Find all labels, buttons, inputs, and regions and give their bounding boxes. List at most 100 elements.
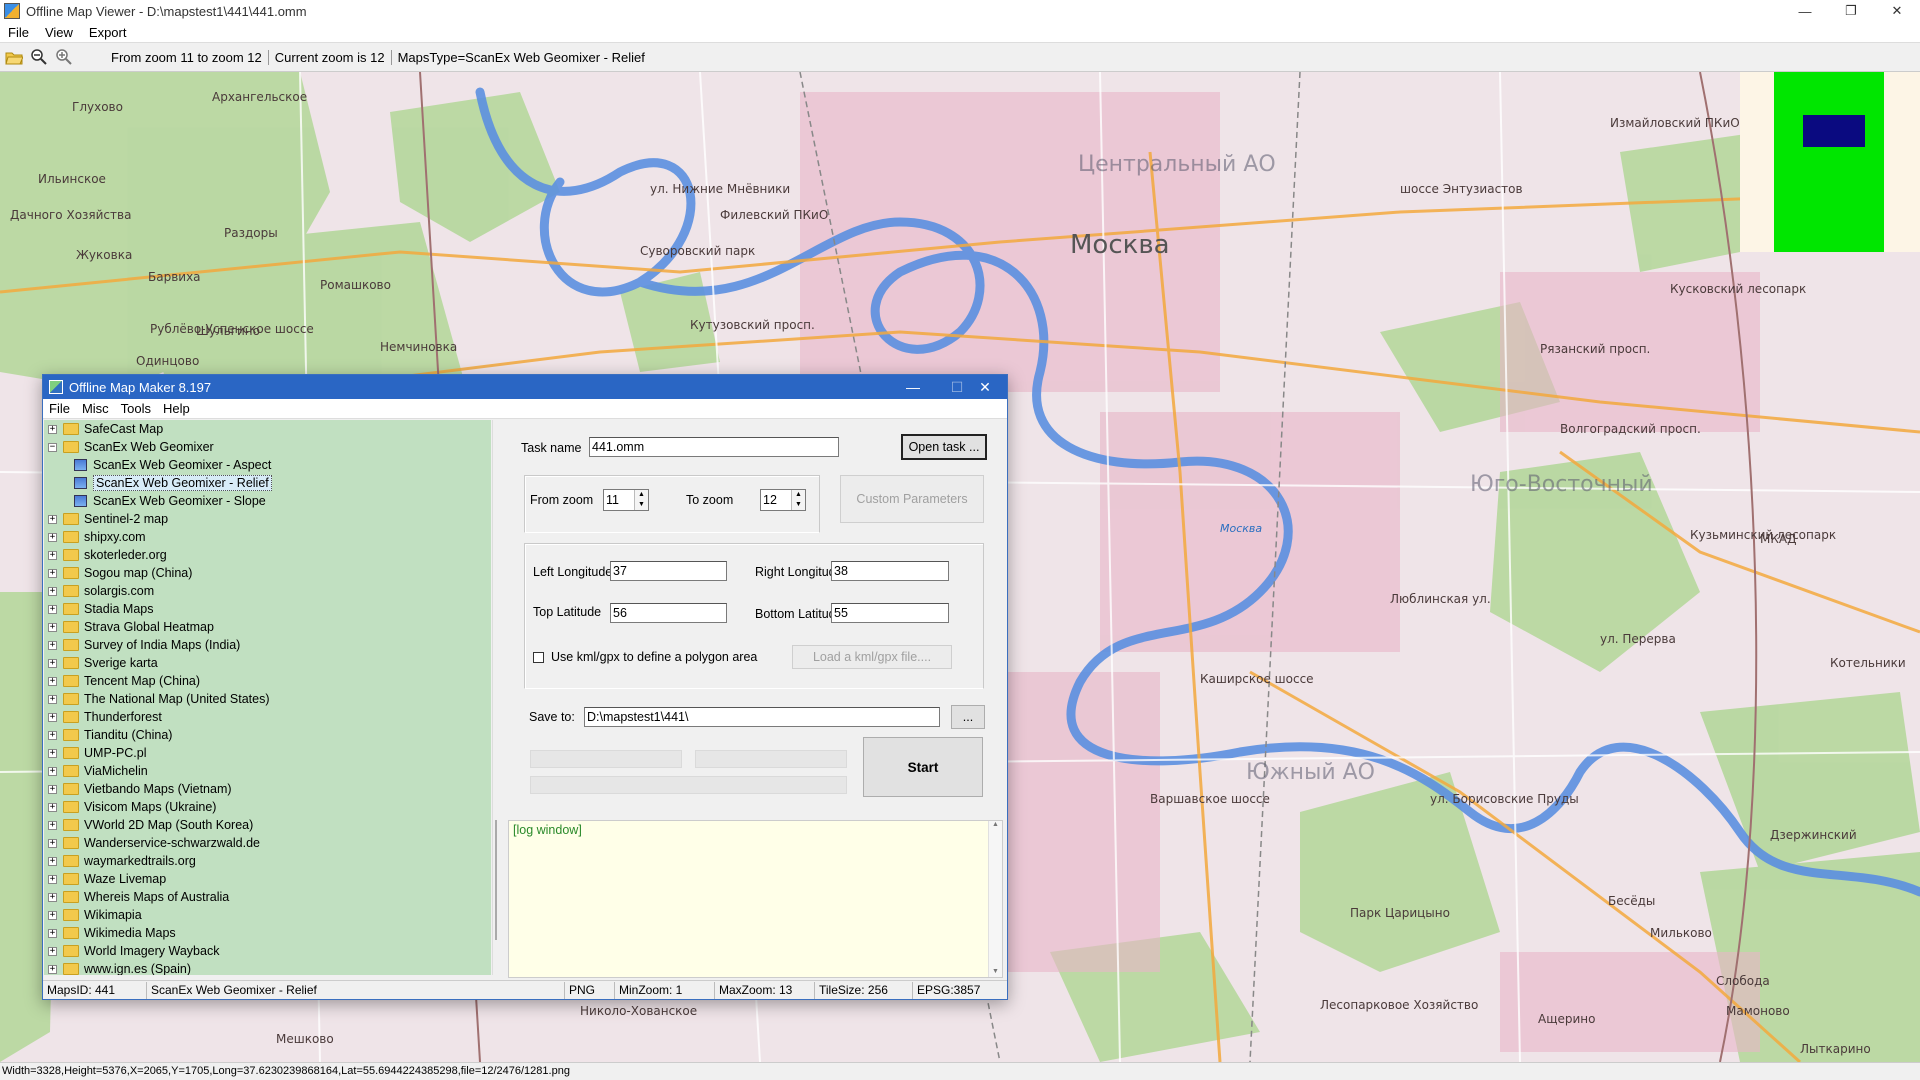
tree-item[interactable]: + waymarkedtrails.org	[44, 852, 491, 870]
open-folder-icon[interactable]	[3, 46, 25, 68]
expand-icon[interactable]: +	[48, 856, 57, 866]
map-label-place: Бесёды	[1608, 894, 1656, 908]
use-kml-checkbox[interactable]	[533, 652, 544, 663]
scrollbar-thumb[interactable]	[495, 820, 497, 940]
splitter[interactable]	[492, 420, 498, 975]
expand-icon[interactable]: +	[48, 964, 57, 974]
tree-item[interactable]: + www.ign.es (Spain)	[44, 960, 491, 975]
expand-icon[interactable]: +	[48, 622, 57, 632]
expand-icon[interactable]: +	[48, 874, 57, 884]
tree-item[interactable]: + Thunderforest	[44, 708, 491, 726]
tree-item[interactable]: + skoterleder.org	[44, 546, 491, 564]
expand-icon[interactable]: +	[48, 910, 57, 920]
load-kml-button[interactable]: Load a kml/gpx file....	[792, 645, 952, 669]
expand-icon[interactable]: +	[48, 838, 57, 848]
minimap-viewport[interactable]	[1803, 115, 1865, 147]
expand-icon[interactable]: +	[48, 640, 57, 650]
save-to-input[interactable]: D:\mapstest1\441\	[584, 707, 940, 727]
tree-item[interactable]: + Sverige karta	[44, 654, 491, 672]
tree-item[interactable]: + Wikimedia Maps	[44, 924, 491, 942]
tree-item[interactable]: + Wanderservice-schwarzwald.de	[44, 834, 491, 852]
expand-icon[interactable]: +	[48, 658, 57, 668]
dialog-menu-help[interactable]: Help	[157, 401, 196, 416]
expand-icon[interactable]: +	[48, 676, 57, 686]
menu-export[interactable]: Export	[81, 25, 135, 40]
tree-item[interactable]: + Stadia Maps	[44, 600, 491, 618]
left-longitude-input[interactable]: 37	[610, 561, 727, 581]
tree-item[interactable]: + Waze Livemap	[44, 870, 491, 888]
expand-icon[interactable]: +	[48, 892, 57, 902]
custom-parameters-button[interactable]: Custom Parameters	[840, 475, 984, 523]
dialog-minimize-button[interactable]: —	[891, 375, 935, 399]
expand-icon[interactable]: +	[48, 928, 57, 938]
tree-item[interactable]: + Strava Global Heatmap	[44, 618, 491, 636]
spinner-arrows[interactable]: ▲ ▼	[634, 490, 648, 510]
browse-button[interactable]: ...	[951, 705, 985, 729]
minimap[interactable]	[1740, 72, 1920, 252]
zoom-in-icon[interactable]	[53, 46, 75, 68]
tree-item[interactable]: + SafeCast Map	[44, 420, 491, 438]
tree-item[interactable]: + shipxy.com	[44, 528, 491, 546]
tree-item[interactable]: + World Imagery Wayback	[44, 942, 491, 960]
start-button[interactable]: Start	[863, 737, 983, 797]
right-longitude-input[interactable]: 38	[831, 561, 949, 581]
dialog-menu-tools[interactable]: Tools	[115, 401, 157, 416]
dialog-close-button[interactable]: ✕	[963, 375, 1007, 399]
map-source-tree[interactable]: + SafeCast Map − ScanEx Web Geomixer ScanEx …	[44, 420, 491, 975]
tree-item[interactable]: + Survey of India Maps (India)	[44, 636, 491, 654]
to-zoom-spinner[interactable]: 12 ▲ ▼	[760, 489, 806, 511]
from-zoom-spinner[interactable]: 11 ▲ ▼	[603, 489, 649, 511]
top-latitude-input[interactable]: 56	[610, 603, 727, 623]
expand-icon[interactable]: +	[48, 532, 57, 542]
expand-icon[interactable]: +	[48, 568, 57, 578]
zoom-out-icon[interactable]	[28, 46, 50, 68]
collapse-icon[interactable]: −	[48, 442, 57, 452]
log-window[interactable]: [log window] ▲ ▼	[508, 820, 1003, 978]
map-label-district-south: Южный АО	[1246, 760, 1375, 785]
tree-item[interactable]: + Vietbando Maps (Vietnam)	[44, 780, 491, 798]
restore-button[interactable]: ❐	[1828, 0, 1874, 22]
tree-item[interactable]: + solargis.com	[44, 582, 491, 600]
tree-item[interactable]: + Sogou map (China)	[44, 564, 491, 582]
menu-view[interactable]: View	[37, 25, 81, 40]
expand-icon[interactable]: +	[48, 748, 57, 758]
log-scrollbar[interactable]: ▲ ▼	[988, 821, 1002, 977]
expand-icon[interactable]: +	[48, 730, 57, 740]
tree-item[interactable]: + Sentinel-2 map	[44, 510, 491, 528]
tree-item[interactable]: + Tianditu (China)	[44, 726, 491, 744]
expand-icon[interactable]: +	[48, 766, 57, 776]
open-task-button[interactable]: Open task ...	[901, 434, 987, 460]
expand-icon[interactable]: +	[48, 820, 57, 830]
tree-item[interactable]: + Visicom Maps (Ukraine)	[44, 798, 491, 816]
tree-child-item[interactable]: ScanEx Web Geomixer - Slope	[44, 492, 491, 510]
minimize-button[interactable]: —	[1782, 0, 1828, 22]
dialog-menu-file[interactable]: File	[43, 401, 76, 416]
expand-icon[interactable]: +	[48, 784, 57, 794]
tree-item[interactable]: + UMP-PC.pl	[44, 744, 491, 762]
close-button[interactable]: ✕	[1874, 0, 1920, 22]
dialog-menu-misc[interactable]: Misc	[76, 401, 115, 416]
expand-icon[interactable]: +	[48, 694, 57, 704]
tree-item[interactable]: + VWorld 2D Map (South Korea)	[44, 816, 491, 834]
expand-icon[interactable]: +	[48, 424, 57, 434]
tree-child-item[interactable]: ScanEx Web Geomixer - Aspect	[44, 456, 491, 474]
map-label-place: Немчиновка	[380, 340, 458, 354]
tree-item[interactable]: + Wikimapia	[44, 906, 491, 924]
tree-item[interactable]: + Whereis Maps of Australia	[44, 888, 491, 906]
expand-icon[interactable]: +	[48, 586, 57, 596]
tree-item[interactable]: − ScanEx Web Geomixer	[44, 438, 491, 456]
tree-item[interactable]: + The National Map (United States)	[44, 690, 491, 708]
expand-icon[interactable]: +	[48, 604, 57, 614]
task-name-input[interactable]: 441.omm	[589, 437, 839, 457]
spinner-arrows[interactable]: ▲ ▼	[791, 490, 805, 510]
tree-item[interactable]: + Tencent Map (China)	[44, 672, 491, 690]
tree-item[interactable]: + ViaMichelin	[44, 762, 491, 780]
bottom-latitude-input[interactable]: 55	[831, 603, 949, 623]
expand-icon[interactable]: +	[48, 550, 57, 560]
expand-icon[interactable]: +	[48, 802, 57, 812]
expand-icon[interactable]: +	[48, 946, 57, 956]
expand-icon[interactable]: +	[48, 712, 57, 722]
tree-child-item[interactable]: ScanEx Web Geomixer - Relief	[44, 474, 491, 492]
expand-icon[interactable]: +	[48, 514, 57, 524]
menu-file[interactable]: File	[0, 25, 37, 40]
